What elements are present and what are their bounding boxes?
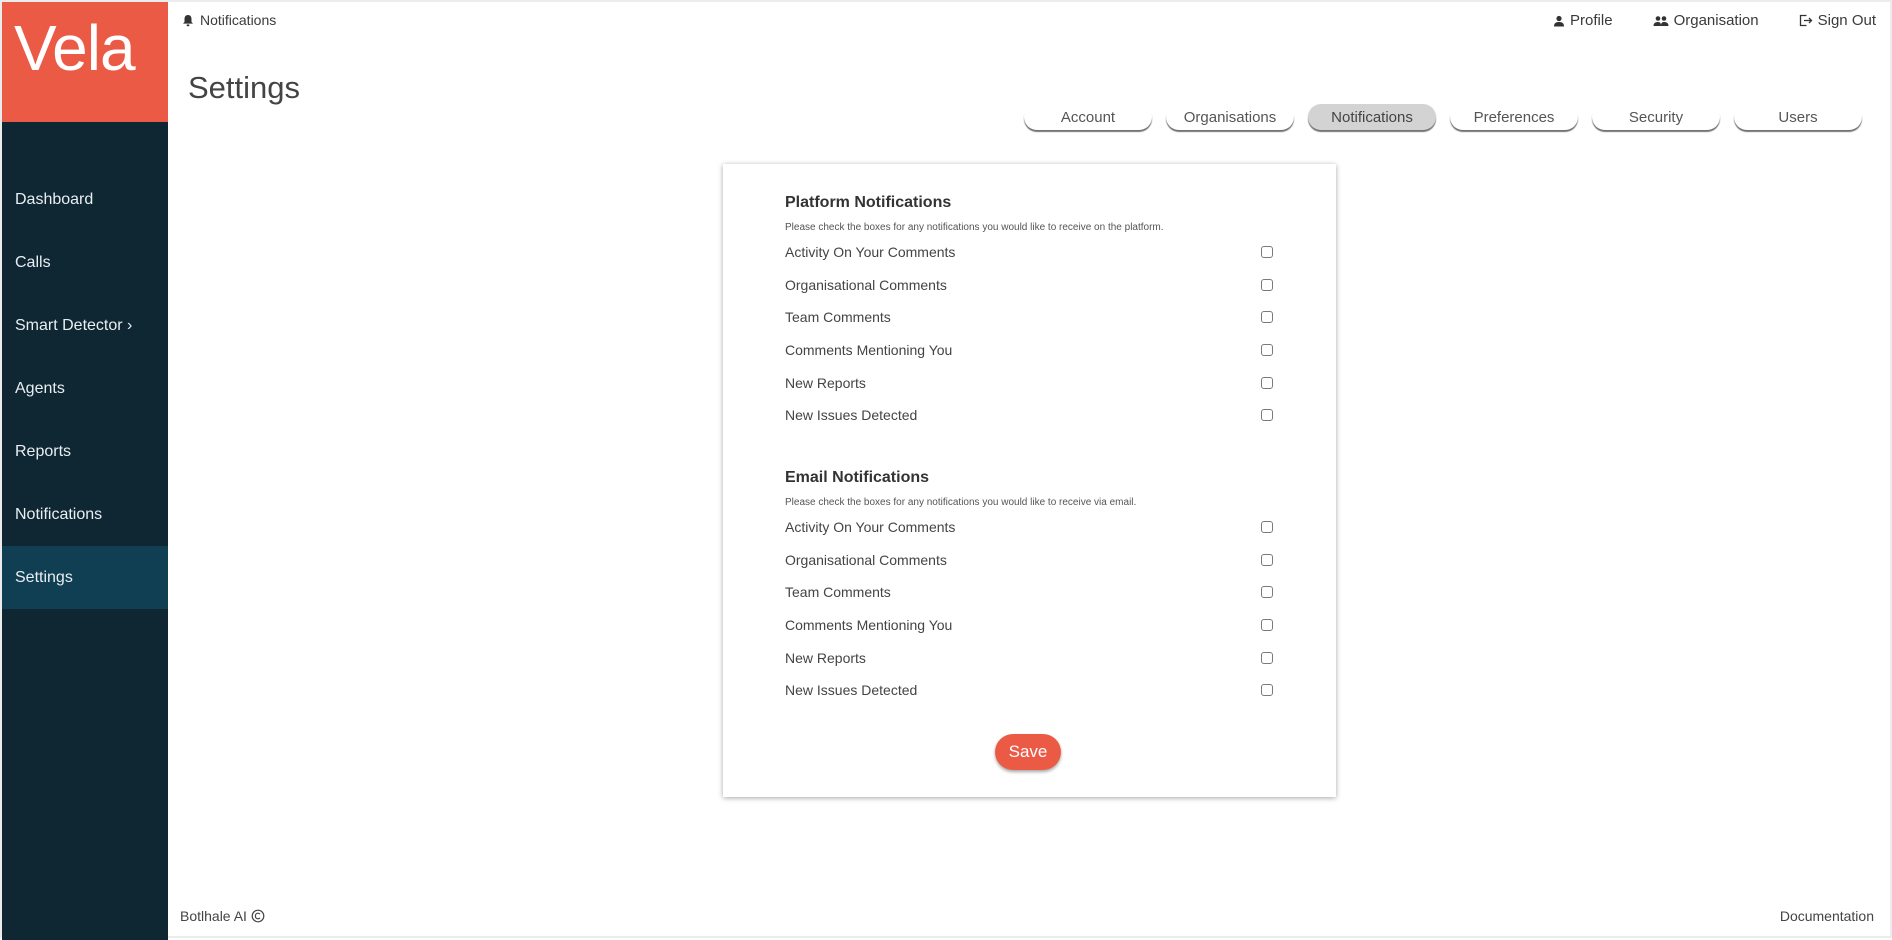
section-title: Platform Notifications bbox=[785, 194, 952, 211]
tab-users[interactable]: Users bbox=[1734, 104, 1862, 130]
email-reports-checkbox[interactable] bbox=[1261, 651, 1273, 664]
platform-issues-checkbox[interactable] bbox=[1261, 409, 1273, 422]
platform-notifications-section: Platform Notifications Please check the … bbox=[785, 194, 1275, 432]
option-label: Team Comments bbox=[785, 584, 891, 601]
option-label: New Reports bbox=[785, 374, 866, 391]
platform-organisational-checkbox[interactable] bbox=[1261, 278, 1273, 291]
sidebar-item-agents[interactable]: Agents bbox=[2, 357, 168, 420]
sidebar-item-dashboard[interactable]: Dashboard bbox=[2, 168, 168, 231]
option-row: Team Comments bbox=[785, 301, 1275, 334]
tab-notifications[interactable]: Notifications bbox=[1308, 104, 1436, 130]
sign-out-icon bbox=[1799, 14, 1813, 27]
organisation-link[interactable]: Organisation bbox=[1653, 12, 1759, 29]
option-row: New Reports bbox=[785, 366, 1275, 399]
bell-icon bbox=[182, 14, 194, 27]
option-row: New Issues Detected bbox=[785, 674, 1275, 707]
option-row: New Issues Detected bbox=[785, 399, 1275, 432]
section-title: Email Notifications bbox=[785, 469, 930, 486]
profile-link-label: Profile bbox=[1570, 12, 1613, 29]
sign-out-link-label: Sign Out bbox=[1817, 12, 1876, 29]
option-label: New Reports bbox=[785, 649, 866, 666]
copyright-icon bbox=[251, 909, 265, 923]
sign-out-link[interactable]: Sign Out bbox=[1799, 12, 1876, 29]
tab-security[interactable]: Security bbox=[1592, 104, 1720, 130]
option-label: New Issues Detected bbox=[785, 407, 918, 424]
option-row: Activity On Your Comments bbox=[785, 236, 1275, 269]
platform-reports-checkbox[interactable] bbox=[1261, 376, 1273, 389]
notifications-link-label: Notifications bbox=[200, 12, 277, 28]
email-mentioning-checkbox[interactable] bbox=[1261, 619, 1273, 632]
email-organisational-checkbox[interactable] bbox=[1261, 553, 1273, 566]
organisation-link-label: Organisation bbox=[1673, 12, 1759, 29]
option-label: Activity On Your Comments bbox=[785, 244, 956, 261]
option-label: New Issues Detected bbox=[785, 682, 918, 699]
page-title: Settings bbox=[188, 70, 301, 105]
tab-account[interactable]: Account bbox=[1024, 104, 1152, 130]
sidebar-nav: Dashboard Calls Smart Detector › Agents … bbox=[2, 168, 168, 609]
option-row: Organisational Comments bbox=[785, 269, 1275, 302]
platform-activity-checkbox[interactable] bbox=[1261, 246, 1273, 259]
option-row: Team Comments bbox=[785, 576, 1275, 609]
platform-mentioning-checkbox[interactable] bbox=[1261, 344, 1273, 357]
option-label: Organisational Comments bbox=[785, 551, 947, 568]
notifications-link[interactable]: Notifications bbox=[182, 12, 276, 28]
footer-company: Botlhale AI bbox=[180, 908, 247, 924]
option-label: Activity On Your Comments bbox=[785, 519, 956, 536]
sidebar-item-smart-detector[interactable]: Smart Detector › bbox=[2, 294, 168, 357]
option-label: Team Comments bbox=[785, 309, 891, 326]
platform-team-checkbox[interactable] bbox=[1261, 311, 1273, 324]
save-button[interactable]: Save bbox=[995, 734, 1061, 770]
email-notifications-section: Email Notifications Please check the box… bbox=[785, 469, 1275, 707]
sidebar: Vela Dashboard Calls Smart Detector › Ag… bbox=[2, 2, 168, 940]
option-row: Activity On Your Comments bbox=[785, 511, 1275, 544]
option-label: Comments Mentioning You bbox=[785, 617, 953, 634]
option-label: Organisational Comments bbox=[785, 276, 947, 293]
sidebar-item-settings[interactable]: Settings bbox=[2, 546, 168, 609]
logo[interactable]: Vela bbox=[2, 2, 168, 122]
sidebar-item-notifications[interactable]: Notifications bbox=[2, 483, 168, 546]
top-nav: Profile Organisation Sign Out bbox=[1553, 12, 1876, 29]
email-issues-checkbox[interactable] bbox=[1261, 684, 1273, 697]
sidebar-item-calls[interactable]: Calls bbox=[2, 231, 168, 294]
email-activity-checkbox[interactable] bbox=[1261, 521, 1273, 534]
option-row: Organisational Comments bbox=[785, 544, 1275, 577]
tab-organisations[interactable]: Organisations bbox=[1166, 104, 1294, 130]
section-description: Please check the boxes for any notificat… bbox=[785, 497, 1137, 508]
option-label: Comments Mentioning You bbox=[785, 342, 953, 359]
group-icon bbox=[1653, 15, 1669, 27]
section-description: Please check the boxes for any notificat… bbox=[785, 222, 1164, 233]
tab-preferences[interactable]: Preferences bbox=[1450, 104, 1578, 130]
footer-copyright: Botlhale AI bbox=[180, 908, 265, 924]
documentation-link[interactable]: Documentation bbox=[1780, 908, 1874, 924]
email-team-checkbox[interactable] bbox=[1261, 586, 1273, 599]
option-row: Comments Mentioning You bbox=[785, 609, 1275, 642]
notifications-card: Platform Notifications Please check the … bbox=[723, 164, 1336, 797]
app-frame: Vela Dashboard Calls Smart Detector › Ag… bbox=[0, 0, 1892, 940]
option-row: New Reports bbox=[785, 641, 1275, 674]
option-row: Comments Mentioning You bbox=[785, 334, 1275, 367]
profile-link[interactable]: Profile bbox=[1553, 12, 1613, 29]
settings-tabs: Account Organisations Notifications Pref… bbox=[1024, 104, 1862, 130]
sidebar-item-reports[interactable]: Reports bbox=[2, 420, 168, 483]
person-icon bbox=[1553, 15, 1565, 27]
